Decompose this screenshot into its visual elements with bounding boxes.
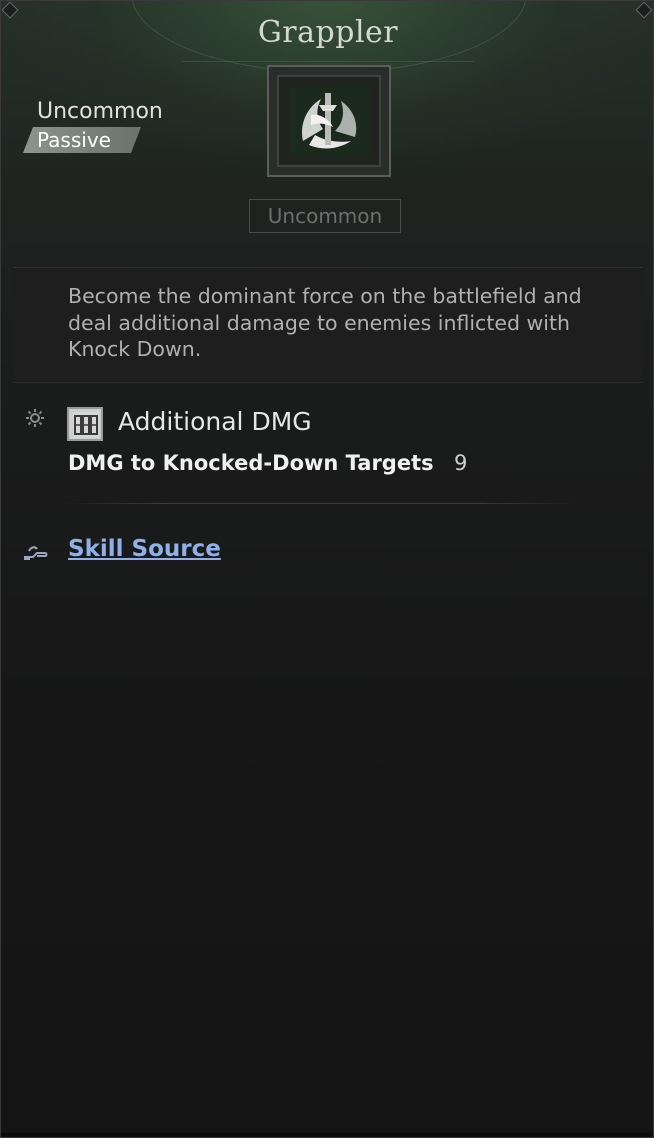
grappler-emblem-icon bbox=[289, 85, 369, 157]
skill-description: Become the dominant force on the battlef… bbox=[68, 284, 582, 361]
stat-bars-icon bbox=[67, 407, 103, 441]
skill-rarity-label: Uncommon bbox=[37, 99, 163, 124]
skill-icon-inner bbox=[277, 75, 381, 167]
skill-title: Grappler bbox=[257, 15, 399, 50]
panel-bottom-edge bbox=[1, 1133, 653, 1137]
stat-value: 9 bbox=[454, 451, 468, 475]
skill-icon-frame bbox=[267, 65, 391, 177]
effect-title: Additional DMG bbox=[118, 407, 312, 436]
section-divider bbox=[61, 503, 581, 504]
skill-type-label: Passive bbox=[37, 128, 111, 152]
skill-source-link[interactable]: Skill Source bbox=[68, 536, 221, 562]
hand-icon bbox=[24, 546, 48, 560]
gear-icon bbox=[25, 408, 45, 428]
rarity-badge: Uncommon bbox=[249, 199, 401, 233]
skill-tooltip-panel: Grappler Uncommon Passive Uncommon Becom… bbox=[0, 0, 654, 1138]
stat-label: DMG to Knocked-Down Targets bbox=[68, 451, 434, 475]
